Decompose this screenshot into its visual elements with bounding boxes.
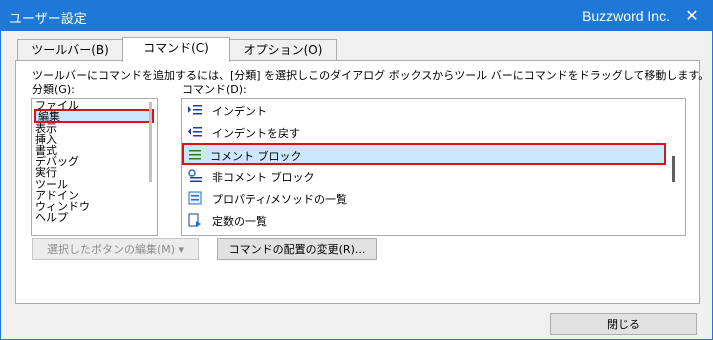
instruction-text: ツールバーにコマンドを追加するには、[分類] を選択しこのダイアログ ボックスか… bbox=[32, 69, 710, 82]
command-label: インデント bbox=[212, 105, 267, 118]
categories-scrollbar[interactable] bbox=[149, 102, 152, 182]
title-bar: ユーザー設定 Buzzword Inc. ✕ bbox=[1, 1, 712, 31]
property-list-icon bbox=[188, 191, 202, 205]
brand-label: Buzzword Inc. bbox=[582, 8, 670, 24]
command-item-uncomment-block[interactable]: 非コメント ブロック bbox=[184, 165, 664, 187]
command-label: インデントを戻す bbox=[212, 127, 300, 140]
tab-toolbars[interactable]: ツールバー(B) bbox=[17, 39, 123, 60]
command-label: コメント ブロック bbox=[210, 150, 302, 163]
commands-panel: ツールバーにコマンドを追加するには、[分類] を選択しこのダイアログ ボックスか… bbox=[15, 60, 709, 304]
command-item-constant-list[interactable]: 定数の一覧 bbox=[184, 209, 664, 231]
command-label: 非コメント ブロック bbox=[212, 171, 315, 184]
commands-list[interactable]: インデント インデントを戻す コメント ブロック 非コメント ブロック プロパテ… bbox=[181, 98, 686, 236]
command-item-property-list[interactable]: プロパティ/メソッドの一覧 bbox=[184, 187, 664, 209]
indent-icon bbox=[188, 105, 202, 115]
category-item-edit[interactable]: 編集 bbox=[38, 111, 60, 122]
command-label: 定数の一覧 bbox=[212, 215, 267, 228]
categories-list[interactable]: ファイル 編集 表示 挿入 書式 デバッグ 実行 ツール アドイン ウィンドウ … bbox=[31, 98, 158, 236]
categories-label: 分類(G): bbox=[32, 83, 75, 96]
outdent-icon bbox=[188, 127, 202, 137]
commands-label: コマンド(D): bbox=[182, 83, 247, 96]
customize-dialog: ユーザー設定 Buzzword Inc. ✕ ツールバー(B) コマンド(C) … bbox=[0, 0, 713, 340]
category-item-run[interactable]: 実行 bbox=[35, 167, 57, 178]
command-item-indent[interactable]: インデント bbox=[184, 99, 664, 121]
command-item-outdent[interactable]: インデントを戻す bbox=[184, 121, 664, 143]
commands-scrollbar[interactable] bbox=[672, 156, 675, 182]
close-button[interactable]: 閉じる bbox=[550, 313, 697, 335]
command-item-comment-block[interactable]: コメント ブロック bbox=[182, 143, 666, 165]
comment-block-icon bbox=[189, 150, 201, 160]
window-title: ユーザー設定 bbox=[9, 12, 87, 27]
uncomment-block-icon bbox=[188, 169, 202, 182]
rearrange-commands-button[interactable]: コマンドの配置の変更(R)... bbox=[217, 238, 377, 260]
command-label: プロパティ/メソッドの一覧 bbox=[212, 193, 348, 206]
tab-commands[interactable]: コマンド(C) bbox=[122, 37, 230, 62]
constant-list-icon bbox=[188, 213, 201, 227]
modify-selection-button[interactable]: 選択したボタンの編集(M) ▾ bbox=[32, 238, 199, 260]
tab-options[interactable]: オプション(O) bbox=[229, 39, 337, 60]
category-item-help[interactable]: ヘルプ bbox=[35, 212, 68, 223]
close-icon[interactable]: ✕ bbox=[680, 5, 704, 27]
